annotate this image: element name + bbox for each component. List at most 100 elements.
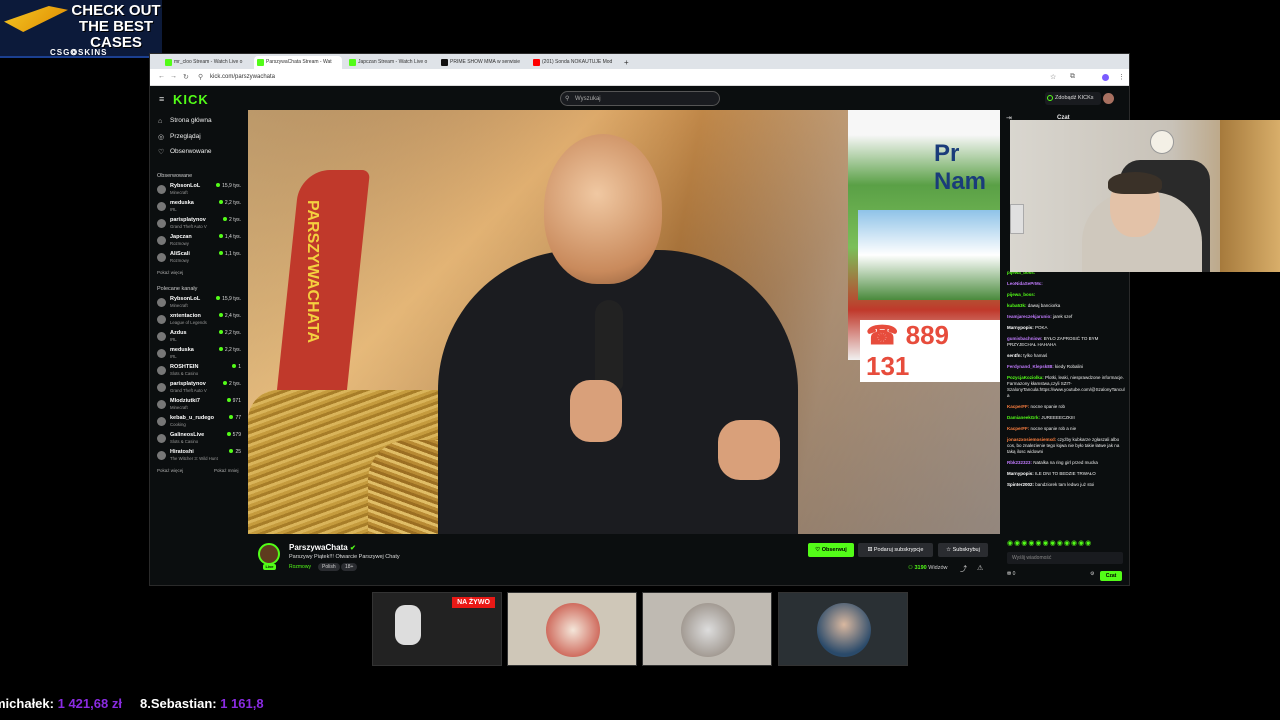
stream-thumbnail[interactable] (642, 592, 772, 666)
browser-tab[interactable]: Japczan Stream - Watch Live o (346, 56, 434, 69)
channel-item[interactable]: Azdus IRL 2,2 tys. (157, 330, 241, 345)
address-bar[interactable]: ← → ↻ ⚲ kick.com/parszywachata ☆ ⧉ ⋮ (150, 69, 1129, 86)
channel-viewers: 77 (229, 415, 241, 421)
chat-username[interactable]: Marnypopis: (1007, 325, 1034, 330)
chat-username[interactable]: LeoNidaSePrMc: (1007, 281, 1043, 286)
channel-item[interactable]: ROSHTEIN Slots & Casino 1 (157, 364, 241, 379)
channel-item[interactable]: RybsonLoL Minecraft 15,9 tys. (157, 183, 241, 198)
banner-tent-photo (858, 210, 1000, 300)
channel-avatar[interactable] (258, 543, 280, 565)
browser-tab[interactable]: mr_cloo Stream - Watch Live o (162, 56, 250, 69)
profile-avatar[interactable] (1102, 74, 1109, 81)
get-kicks-button[interactable]: Zdobądź KICKs (1045, 92, 1101, 105)
browser-tab-active[interactable]: ParszywaChata Stream - Wat (254, 56, 342, 69)
nav-home[interactable]: ⌂ Strona główna (158, 116, 212, 126)
chat-username[interactable]: Spinter2002: (1007, 482, 1034, 487)
nav-browse[interactable]: ◎ Przeglądaj (158, 132, 201, 142)
show-less-recommended[interactable]: Pokaż mniej (214, 468, 239, 473)
channel-avatar (157, 253, 166, 262)
channel-viewers: 1,4 tys. (219, 234, 241, 240)
channel-name[interactable]: ParszywaChata ✔ (289, 543, 356, 552)
chat-text: POKA (1035, 325, 1048, 330)
chat-username[interactable]: KacperFF: (1007, 404, 1029, 409)
chat-username[interactable]: Marnypopis: (1007, 471, 1034, 476)
back-icon[interactable]: ← (158, 73, 165, 80)
channel-item[interactable]: AliScali Rozmowy 1,1 tys. (157, 251, 241, 266)
chat-username[interactable]: teamjareczekjarunio: (1007, 314, 1052, 319)
show-more-recommended[interactable]: Pokaż więcej (157, 468, 183, 473)
extensions-icon[interactable]: ⧉ (1070, 73, 1075, 81)
share-icon[interactable]: ⤴ (960, 564, 967, 574)
chat-username[interactable]: PozycjaKoziolka: (1007, 375, 1044, 380)
tag-language[interactable]: Polish (318, 563, 340, 571)
site-info-icon[interactable]: ⚲ (198, 73, 203, 81)
channel-avatar (157, 417, 166, 426)
chat-username[interactable]: gumisbachniow: (1007, 336, 1043, 341)
chat-username[interactable]: ser4fn: (1007, 353, 1022, 358)
live-badge: Live (263, 564, 276, 570)
channel-avatar (157, 400, 166, 409)
chat-username[interactable]: DamianeekGrk: (1007, 415, 1040, 420)
channel-viewers: 2 tys. (223, 381, 241, 387)
channel-name: kebab_u_rudego (170, 415, 215, 421)
nav-following[interactable]: ♡ Obserwowane (158, 147, 212, 157)
chat-text: jarek szef (1053, 314, 1073, 319)
report-icon[interactable]: ⚠ (977, 564, 983, 572)
chat-username[interactable]: Ferdynand_Klepsk88: (1007, 364, 1054, 369)
channel-item[interactable]: kebab_u_rudego Cooking 77 (157, 415, 241, 430)
x-favicon-icon (441, 59, 448, 66)
chat-points[interactable]: ⛃ 0 (1007, 571, 1015, 577)
browser-tab[interactable]: (201) Sonda NOKAUTUJE Mod (530, 56, 618, 69)
stream-thumbnail[interactable] (507, 592, 637, 666)
url-text[interactable]: kick.com/parszywachata (210, 74, 275, 80)
subscribe-button[interactable]: ☆ Subskrybuj (938, 543, 988, 557)
stream-thumbnail[interactable] (778, 592, 908, 666)
chat-send-button[interactable]: Czat (1100, 571, 1122, 581)
ticker-amount: 1 161,8 (220, 696, 264, 711)
channel-item[interactable]: parisplatynov Grand Theft Auto V 2 tys. (157, 381, 241, 396)
channel-item[interactable]: GalineosLive Slots & Casino 579 (157, 432, 241, 447)
channel-category: The Witcher 3: Wild Hunt (170, 456, 218, 461)
chat-username[interactable]: KacperFF: (1007, 426, 1029, 431)
chat-username[interactable]: jonaszxosiemosiemxd: (1007, 437, 1056, 442)
chat-input[interactable]: Wyślij wiadomość (1007, 552, 1123, 564)
kick-logo[interactable]: KICK (173, 92, 209, 107)
channel-avatar (157, 236, 166, 245)
follow-button[interactable]: ♡ Obserwuj (808, 543, 854, 557)
channel-item[interactable]: RybsonLoL Minecraft 15,9 tys. (157, 296, 241, 311)
chat-username[interactable]: kuba53k: (1007, 303, 1027, 308)
channel-name: Japczan (170, 234, 192, 240)
chat-message: Spinter2002: bandziorek tam ledwo już st… (1007, 482, 1125, 488)
channel-viewers: 15,9 tys. (216, 183, 241, 189)
chat-message: KacperFF: nocne spanie rob a nie (1007, 426, 1125, 432)
channel-item[interactable]: parisplatynov Grand Theft Auto V 2 tys. (157, 217, 241, 232)
channel-viewers: 2 tys. (223, 217, 241, 223)
bookmark-star-icon[interactable]: ☆ (1050, 73, 1056, 81)
search-input[interactable]: ⚲ Wyszukaj (560, 91, 720, 106)
hamburger-icon[interactable]: ≡ (159, 94, 164, 104)
chat-username[interactable]: Rbk232323: (1007, 460, 1032, 465)
chat-username[interactable]: pijewa_boss: (1007, 292, 1035, 297)
channel-item[interactable]: xntentacion League of Legends 2,4 tys. (157, 313, 241, 328)
emote-bar[interactable]: ◉◉◉◉◉◉◉◉◉◉◉◉ (1007, 539, 1125, 549)
user-avatar[interactable] (1103, 93, 1114, 104)
gift-subs-button[interactable]: ⚄ Podaruj subskrypcje (858, 543, 933, 557)
channel-item[interactable]: Japczan Rozmowy 1,4 tys. (157, 234, 241, 249)
channel-viewers: 579 (227, 432, 241, 438)
channel-item[interactable]: meduska IRL 2,2 tys. (157, 200, 241, 215)
channel-item[interactable]: meduska IRL 2,2 tys. (157, 347, 241, 362)
reload-icon[interactable]: ↻ (183, 73, 189, 81)
tag-age[interactable]: 18+ (341, 563, 358, 571)
browser-tab[interactable]: PRIME SHOW MMA w serwisie (438, 56, 526, 69)
channel-name: RybsonLoL (170, 183, 201, 189)
chat-settings-icon[interactable]: ⚙ (1090, 571, 1094, 577)
forward-icon[interactable]: → (170, 73, 177, 80)
channel-category: Minecraft (170, 303, 188, 308)
stream-category[interactable]: Rozmowy (289, 564, 311, 570)
video-player[interactable]: PARSZYWACHATA Pr Nam ☎ 889 131 (248, 110, 1000, 534)
new-tab-button[interactable]: + (622, 56, 636, 69)
channel-item[interactable]: Hiratoshi The Witcher 3: Wild Hunt 25 (157, 449, 241, 464)
show-more-following[interactable]: Pokaż więcej (157, 270, 183, 275)
channel-item[interactable]: Mlodziutki7 Minecraft 971 (157, 398, 241, 413)
menu-icon[interactable]: ⋮ (1118, 73, 1125, 81)
